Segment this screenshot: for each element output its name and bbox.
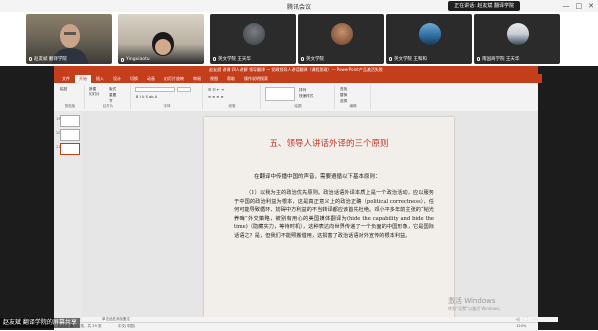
maximize-button[interactable]: □ [576, 1, 583, 11]
menu-insert[interactable]: 插入 [92, 75, 108, 83]
speaking-indicator[interactable]: 正在讲话: 赵友斌 翻译学院 [448, 1, 520, 11]
zoom-level[interactable]: 120% [516, 324, 526, 328]
participant-name: 赵友斌 翻译学院 [29, 56, 67, 62]
participant-name: 南国商学院 王天华 [477, 56, 519, 62]
participant-tile[interactable]: 英文学院 王天华 [210, 14, 296, 64]
participant-tile[interactable]: 英文学院 王和和 [386, 14, 472, 64]
slide-editor: 五、领导人讲话外译的三个原则 在翻译中传播中国的声音，需要遵循以下基本原则： （… [82, 111, 538, 321]
menu-file[interactable]: 文件 [58, 75, 74, 83]
mic-icon [301, 57, 304, 61]
new-slide-button[interactable]: 新建 幻灯片 [88, 86, 101, 98]
close-button[interactable]: ✕ [588, 1, 594, 11]
avatar [507, 23, 529, 45]
font-family-select[interactable] [135, 87, 175, 92]
minimize-button[interactable]: — [563, 1, 570, 11]
slide-intro: 在翻译中传播中国的声音，需要遵循以下基本原则： [254, 174, 381, 180]
menu-home[interactable]: 开始 [75, 75, 91, 83]
mic-icon [389, 57, 392, 61]
align-buttons[interactable]: ≡ ≡ ≡ ≡ [207, 94, 224, 100]
current-slide[interactable]: 五、领导人讲话外译的三个原则 在翻译中传播中国的声音，需要遵循以下基本原则： （… [204, 117, 454, 317]
window-controls: — □ ✕ [563, 1, 595, 11]
list-buttons[interactable]: ☰ ☷ ⇤ ⇥ [207, 87, 225, 93]
avatar [419, 23, 441, 45]
slide-title: 五、领导人讲话外译的三个原则 [269, 139, 389, 149]
ppt-menubar: 文件 开始 插入 设计 切换 动画 幻灯片放映 审阅 视图 帮助 操作说明搜索 [54, 74, 542, 83]
mic-icon [121, 57, 124, 62]
fullscreen-icon[interactable]: ⛶ [524, 316, 528, 324]
ppt-ribbon: 粘贴 剪贴板 新建 幻灯片 版式 重置 节 幻灯片 B I U S ab A 字… [54, 83, 538, 112]
avatar [331, 23, 353, 45]
font-size-select[interactable] [177, 87, 191, 92]
menu-design[interactable]: 设计 [109, 75, 125, 83]
participant-tile[interactable]: 赵友斌 翻译学院 [26, 14, 112, 64]
ppt-title: 赵友斌 讲课 四人讲解 领导翻译 — 党政领导人讲话翻译（课程思政）— Powe… [209, 67, 383, 72]
menu-view[interactable]: 视图 [206, 75, 222, 83]
mic-icon [477, 57, 480, 61]
participant-name: 英文学院 [301, 56, 324, 62]
shapes-gallery[interactable] [265, 87, 295, 101]
mic-icon [213, 57, 216, 61]
participant-name: 英文学院 王天华 [213, 56, 251, 62]
participant-tile[interactable]: Yingxiaotu [118, 14, 204, 64]
mic-icon [29, 57, 32, 61]
activate-windows-watermark: 激活 Windows 转到“设置”以激活 Windows。 [448, 297, 504, 311]
quick-styles-button[interactable]: 快速样式 [298, 93, 314, 100]
slide-thumbnail-active[interactable] [60, 143, 80, 155]
slide-body: （1）以我为主的政治优先原则。政治话语外译本质上是一个政治活动，应以服务于中国的… [234, 190, 434, 239]
participant-tile[interactable]: 南国商学院 王天华 [474, 14, 560, 64]
menu-slideshow[interactable]: 幻灯片放映 [160, 75, 188, 83]
participant-name: Yingxiaotu [121, 57, 150, 62]
more-icon[interactable]: ⋯ [532, 316, 538, 324]
ribbon-group-slides: 新建 幻灯片 版式 重置 节 幻灯片 [86, 85, 131, 109]
ribbon-group-paragraph: ☰ ☷ ⇤ ⇥ ≡ ≡ ≡ ≡ 段落 [204, 85, 261, 109]
ribbon-group-clipboard: 粘贴 剪贴板 [56, 85, 85, 109]
ribbon-group-drawing: 排列 快速样式 绘图 [262, 85, 335, 109]
volume-icon[interactable]: ◀ [515, 316, 520, 324]
menu-transitions[interactable]: 切换 [126, 75, 142, 83]
screen-share-caption: 赵友斌 翻译学院的屏幕共享 [0, 318, 80, 328]
ribbon-group-font: B I U S ab A 字体 [132, 85, 203, 109]
participant-tile[interactable]: 英文学院 [298, 14, 384, 64]
language-indicator: 中文(中国) [118, 324, 136, 328]
participant-video [152, 32, 174, 56]
ribbon-group-editing: 查找 替换 选择 编辑 [336, 85, 371, 109]
participant-name: 英文学院 王和和 [389, 56, 427, 62]
ppt-titlebar: 赵友斌 讲课 四人讲解 领导翻译 — 党政领导人讲话翻译（课程思政）— Powe… [54, 66, 538, 74]
menu-animations[interactable]: 动画 [143, 75, 159, 83]
avatar [243, 23, 265, 45]
font-format-buttons[interactable]: B I U S ab A [135, 94, 158, 100]
participant-strip: 赵友斌 翻译学院 Yingxiaotu 英文学院 王天华 英文学院 英文学院 王… [0, 12, 598, 66]
slide-thumbnail[interactable] [60, 129, 80, 141]
menu-search[interactable]: 操作说明搜索 [240, 75, 272, 83]
menu-review[interactable]: 审阅 [189, 75, 205, 83]
slide-thumbnail[interactable] [60, 115, 80, 127]
share-controls: ◀ ⛶ ⋯ [515, 316, 538, 324]
powerpoint-window: 赵友斌 讲课 四人讲解 领导翻译 — 党政领导人讲话翻译（课程思政）— Powe… [54, 66, 558, 331]
menu-help[interactable]: 帮助 [223, 75, 239, 83]
paste-button[interactable]: 粘贴 [59, 86, 68, 93]
slide-thumbnail-pane: 19 20 21 [54, 111, 82, 321]
